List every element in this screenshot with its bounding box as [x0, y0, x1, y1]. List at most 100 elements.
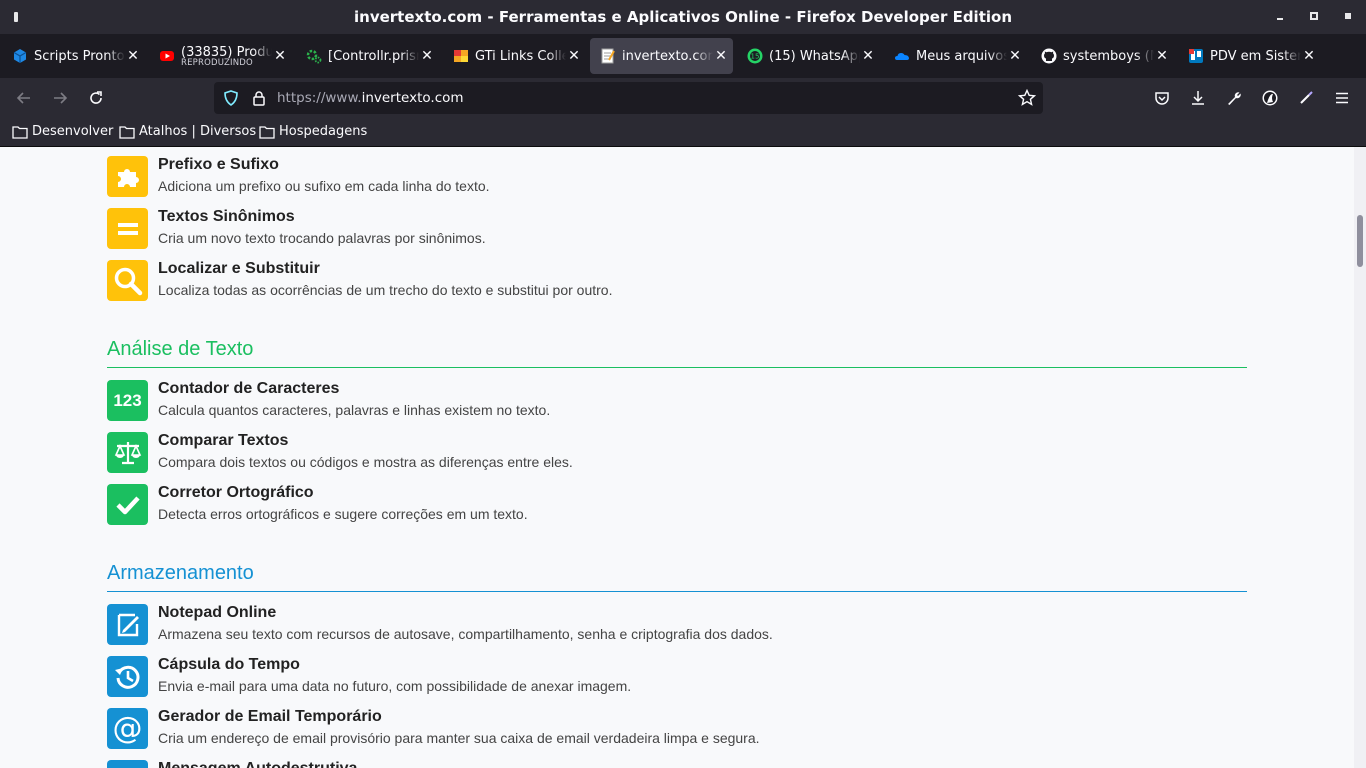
- history-icon: [107, 656, 148, 697]
- developer-tools-button[interactable]: [1222, 86, 1246, 110]
- tool-email-temporario[interactable]: @ Gerador de Email Temporário Cria um en…: [107, 708, 1247, 750]
- close-icon[interactable]: ✕: [1007, 48, 1023, 64]
- tool-description: Adiciona um prefixo ou sufixo em cada li…: [158, 178, 490, 194]
- tool-name[interactable]: Localizar e Substituir: [158, 260, 320, 278]
- tab-label: Scripts Prontos: [34, 48, 125, 64]
- avatar-icon: [1262, 90, 1278, 106]
- tab-scripts-prontos[interactable]: Scripts Prontos ✕: [2, 38, 145, 74]
- tool-name[interactable]: Prefixo e Sufixo: [158, 156, 279, 174]
- close-icon[interactable]: ✕: [419, 48, 435, 64]
- page-content: Prefixo e Sufixo Adiciona um prefixo ou …: [0, 147, 1354, 768]
- links-icon: [453, 48, 469, 64]
- address-bar[interactable]: https://www.invertexto.com: [214, 82, 1043, 114]
- tool-description: Detecta erros ortográficos e sugere corr…: [158, 506, 528, 522]
- reload-button[interactable]: [84, 86, 108, 110]
- notepad-icon: [107, 604, 148, 645]
- tool-name[interactable]: Corretor Ortográfico: [158, 484, 314, 502]
- pocket-button[interactable]: [1150, 86, 1174, 110]
- folder-icon: [259, 125, 275, 139]
- tool-name[interactable]: Comparar Textos: [158, 432, 288, 450]
- notepad-icon: [600, 48, 616, 64]
- tab-pdv[interactable]: PDV em Sistem ✕: [1178, 38, 1321, 74]
- window-title: invertexto.com - Ferramentas e Aplicativ…: [354, 8, 1012, 26]
- tool-description: Envia e-mail para uma data no futuro, co…: [158, 678, 632, 694]
- tracking-protection-shield-icon[interactable]: [223, 90, 239, 111]
- account-button[interactable]: [1258, 86, 1282, 110]
- bookmarks-toolbar: Desenvolver Atalhos | Diversos Hospedage…: [0, 118, 1366, 147]
- tool-contador-caracteres[interactable]: 123 Contador de Caracteres Calcula quant…: [107, 380, 1247, 422]
- tab-github[interactable]: systemboys (M ✕: [1031, 38, 1174, 74]
- tool-prefixo-sufixo[interactable]: Prefixo e Sufixo Adiciona um prefixo ou …: [107, 156, 1247, 198]
- tool-name[interactable]: Cápsula do Tempo: [158, 656, 300, 674]
- checkmark-icon: [107, 484, 148, 525]
- page-scrollbar[interactable]: [1354, 147, 1366, 768]
- bookmark-folder-hospedagens[interactable]: Hospedagens: [259, 124, 367, 139]
- section-divider: [107, 367, 1247, 368]
- magnifier-icon: [107, 260, 148, 301]
- at-sign-text: @: [112, 710, 143, 746]
- bookmark-folder-desenvolver[interactable]: Desenvolver: [12, 124, 113, 139]
- forward-button[interactable]: [48, 86, 72, 110]
- close-icon[interactable]: ✕: [860, 48, 876, 64]
- close-icon[interactable]: ✕: [272, 48, 288, 64]
- tab-label: (33835) Produc REPRODUZINDO: [181, 45, 272, 68]
- url-domain: invertexto.com: [361, 90, 464, 106]
- back-button[interactable]: [12, 86, 36, 110]
- tab-invertexto[interactable]: invertexto.com ✕: [590, 38, 733, 74]
- counter-icon: 123: [107, 380, 148, 421]
- youtube-icon: [159, 48, 175, 64]
- bookmark-star-icon[interactable]: [1017, 88, 1037, 112]
- github-icon: [1041, 48, 1057, 64]
- lock-icon[interactable]: [251, 90, 267, 111]
- url-prefix: https://www.: [277, 90, 362, 106]
- tool-mensagem-autodestrutiva[interactable]: Mensagem Autodestrutiva: [107, 760, 1247, 768]
- tab-youtube[interactable]: (33835) Produc REPRODUZINDO ✕: [149, 38, 292, 74]
- tab-label: (15) WhatsApp: [769, 48, 860, 64]
- close-icon[interactable]: ✕: [713, 48, 729, 64]
- tool-comparar-textos[interactable]: Comparar Textos Compara dois textos ou c…: [107, 432, 1247, 474]
- close-window-button[interactable]: [1339, 8, 1357, 26]
- close-icon[interactable]: ✕: [125, 48, 141, 64]
- tool-name[interactable]: Notepad Online: [158, 604, 276, 622]
- window-titlebar: invertexto.com - Ferramentas e Aplicativ…: [0, 0, 1366, 34]
- url-text[interactable]: https://www.invertexto.com: [277, 90, 464, 106]
- tool-localizar-substituir[interactable]: Localizar e Substituir Localiza todas as…: [107, 260, 1247, 302]
- tab-label: Meus arquivos: [916, 48, 1007, 64]
- puzzle-icon: [107, 156, 148, 197]
- gear-icon: [306, 48, 322, 64]
- folder-icon: [12, 125, 28, 139]
- tool-name[interactable]: Mensagem Autodestrutiva: [158, 760, 357, 768]
- tool-name[interactable]: Contador de Caracteres: [158, 380, 339, 398]
- scrollbar-thumb[interactable]: [1357, 215, 1363, 267]
- app-menu-button[interactable]: [1330, 86, 1354, 110]
- tool-name[interactable]: Textos Sinônimos: [158, 208, 295, 226]
- tab-gti-links[interactable]: GTi Links Colle ✕: [443, 38, 586, 74]
- tab-label: systemboys (M: [1063, 48, 1154, 64]
- tool-description: Compara dois textos ou códigos e mostra …: [158, 454, 573, 470]
- close-icon[interactable]: ✕: [566, 48, 582, 64]
- section-title: Armazenamento: [107, 562, 254, 584]
- tool-textos-sinonimos[interactable]: Textos Sinônimos Cria um novo texto troc…: [107, 208, 1247, 250]
- cube-icon: [12, 48, 28, 64]
- tab-whatsapp[interactable]: 15 (15) WhatsApp ✕: [737, 38, 880, 74]
- close-icon[interactable]: ✕: [1154, 48, 1170, 64]
- close-icon[interactable]: ✕: [1301, 48, 1317, 64]
- tool-description: Cria um endereço de email provisório par…: [158, 730, 760, 746]
- tab-label: invertexto.com: [622, 48, 713, 64]
- tool-corretor-ortografico[interactable]: Corretor Ortográfico Detecta erros ortog…: [107, 484, 1247, 526]
- message-icon: [107, 760, 148, 768]
- tool-notepad-online[interactable]: Notepad Online Armazena seu texto com re…: [107, 604, 1247, 646]
- equals-icon: [107, 208, 148, 249]
- tool-name[interactable]: Gerador de Email Temporário: [158, 708, 382, 726]
- forward-arrow-icon: [54, 92, 68, 104]
- downloads-button[interactable]: [1186, 86, 1210, 110]
- bookmark-folder-atalhos[interactable]: Atalhos | Diversos: [119, 124, 256, 139]
- maximize-button[interactable]: [1305, 8, 1323, 26]
- minimize-button[interactable]: [1271, 8, 1289, 26]
- wrench-icon: [1228, 92, 1241, 105]
- counter-icon-text: 123: [113, 390, 142, 410]
- extension-button[interactable]: [1294, 86, 1318, 110]
- tab-onedrive[interactable]: Meus arquivos ✕: [884, 38, 1027, 74]
- tab-controllr[interactable]: [Controllr.prism ✕: [296, 38, 439, 74]
- tool-capsula-do-tempo[interactable]: Cápsula do Tempo Envia e-mail para uma d…: [107, 656, 1247, 698]
